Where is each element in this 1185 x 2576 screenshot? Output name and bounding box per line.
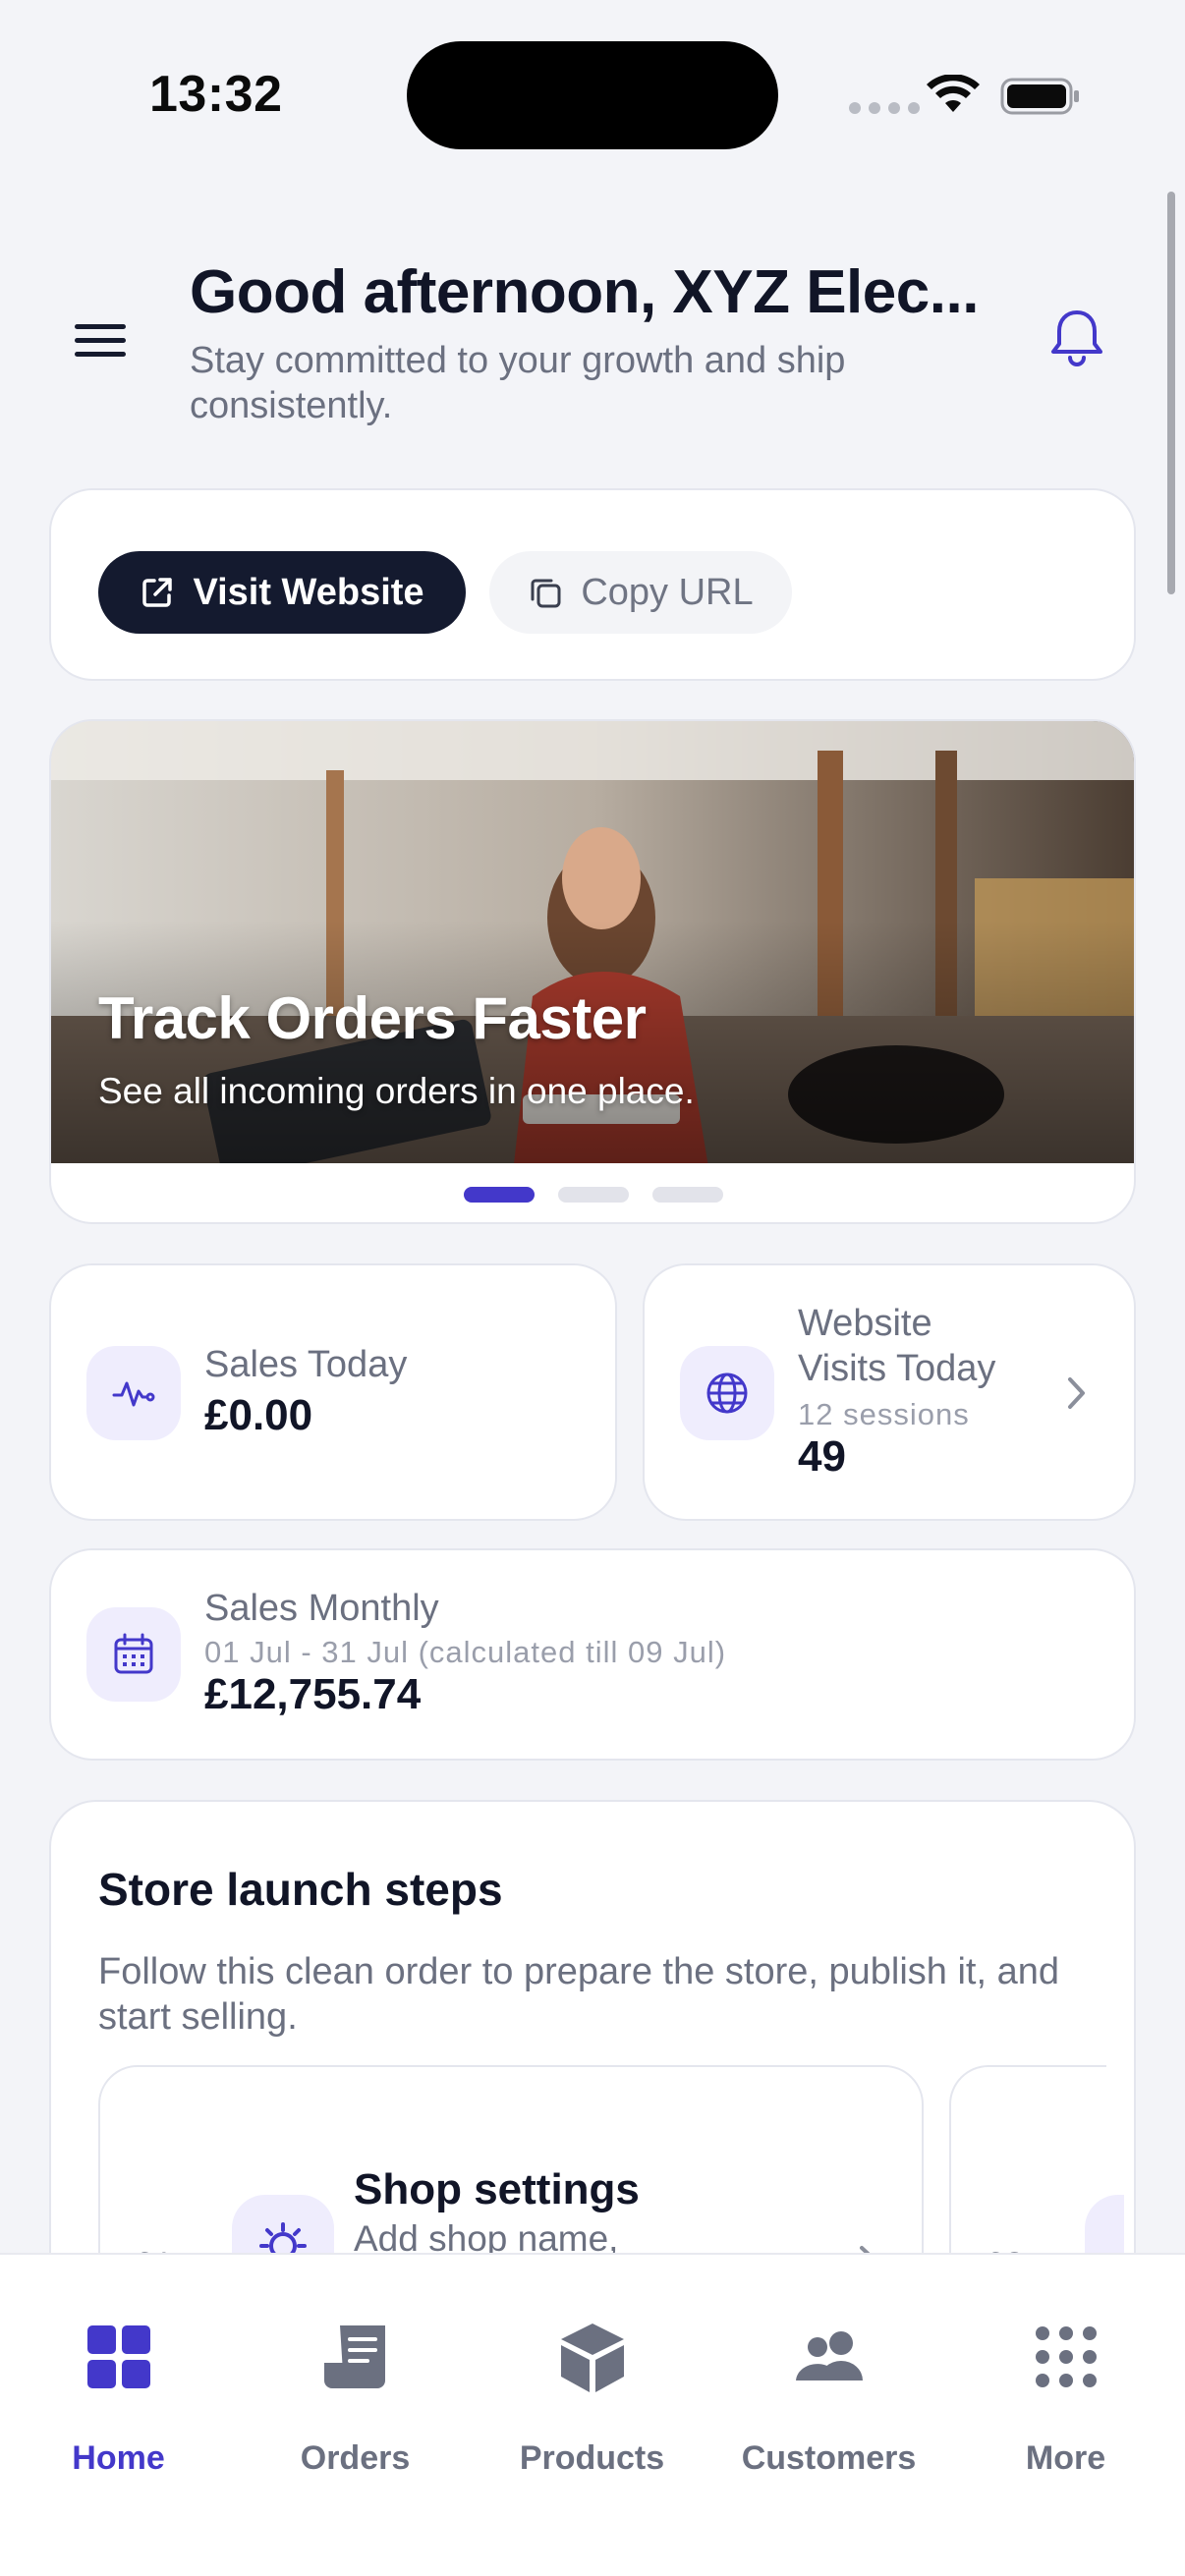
website-visits-value: 49 xyxy=(798,1432,846,1481)
sales-monthly-card[interactable]: Sales Monthly 01 Jul - 31 Jul (calculate… xyxy=(49,1548,1136,1761)
store-steps-description: Follow this clean order to prepare the s… xyxy=(98,1951,1059,2038)
nav-label-more: More xyxy=(1025,2439,1106,2477)
status-time: 13:32 xyxy=(149,66,283,123)
bottom-navigation: Home Orders Products Customers More xyxy=(0,2253,1185,2576)
store-steps-title: Store launch steps xyxy=(98,1864,503,1915)
website-visits-label-line1: Website xyxy=(798,1303,932,1344)
menu-icon xyxy=(75,323,126,329)
globe-icon xyxy=(680,1346,774,1440)
chevron-right-icon xyxy=(1068,1377,1085,1409)
nav-item-customers[interactable]: Customers xyxy=(710,2255,947,2510)
external-link-icon xyxy=(142,578,173,607)
wifi-icon xyxy=(927,75,980,112)
sales-monthly-range: 01 Jul - 31 Jul (calculated till 09 Jul) xyxy=(204,1635,727,1669)
greeting-subtitle: Stay committed to your growth and ship c… xyxy=(190,340,846,426)
sales-monthly-label: Sales Monthly xyxy=(204,1588,439,1629)
carousel-dot-2[interactable] xyxy=(558,1187,629,1203)
status-bar: 13:32 xyxy=(0,0,1185,172)
battery-icon xyxy=(1000,78,1079,115)
promo-banner-card[interactable]: Track Orders Faster See all incoming ord… xyxy=(49,719,1136,1224)
copy-url-button[interactable]: Copy URL xyxy=(489,551,792,634)
notification-bell-icon[interactable] xyxy=(1047,307,1106,369)
sales-today-value: £0.00 xyxy=(204,1391,313,1439)
copy-icon xyxy=(531,579,561,608)
home-grid-icon xyxy=(86,2325,150,2388)
carousel-pagination xyxy=(464,1187,723,1203)
nav-item-home[interactable]: Home xyxy=(0,2255,237,2510)
customers-people-icon xyxy=(795,2331,863,2380)
banner-subtitle: See all incoming orders in one place. xyxy=(98,1071,695,1111)
sales-today-card[interactable]: Sales Today £0.00 xyxy=(49,1263,617,1521)
menu-button[interactable] xyxy=(75,312,136,367)
greeting-title: Good afternoon, XYZ Elec... xyxy=(190,258,979,326)
nav-label-home: Home xyxy=(72,2439,165,2477)
orders-receipt-icon xyxy=(323,2325,385,2388)
sales-today-label: Sales Today xyxy=(204,1344,408,1385)
website-visits-card[interactable]: Website Visits Today 12 sessions 49 xyxy=(643,1263,1136,1521)
carousel-dot-3[interactable] xyxy=(652,1187,723,1203)
website-actions-card: Visit Website Copy URL xyxy=(49,488,1136,681)
nav-label-customers: Customers xyxy=(741,2439,917,2477)
nav-item-more[interactable]: More xyxy=(947,2255,1184,2510)
visit-website-button[interactable]: Visit Website xyxy=(98,551,466,634)
website-visits-label-line2: Visits Today xyxy=(798,1348,996,1389)
visit-website-label: Visit Website xyxy=(193,571,424,613)
scroll-indicator[interactable] xyxy=(1167,192,1175,594)
nav-label-products: Products xyxy=(519,2439,665,2477)
sales-monthly-value: £12,755.74 xyxy=(204,1670,422,1718)
nav-label-orders: Orders xyxy=(300,2439,411,2477)
website-sessions-count: 12 sessions xyxy=(798,1397,970,1431)
dynamic-island xyxy=(407,41,778,149)
activity-pulse-icon xyxy=(86,1346,181,1440)
step-title: Shop settings xyxy=(354,2165,640,2213)
nav-item-orders[interactable]: Orders xyxy=(237,2255,474,2510)
banner-title: Track Orders Faster xyxy=(98,985,647,1051)
more-dots-icon xyxy=(1035,2326,1097,2387)
product-box-icon xyxy=(560,2324,624,2392)
nav-item-products[interactable]: Products xyxy=(474,2255,710,2510)
copy-url-label: Copy URL xyxy=(581,571,754,613)
carousel-dot-1[interactable] xyxy=(464,1187,535,1203)
calendar-icon xyxy=(86,1607,181,1702)
cellular-signal-icon xyxy=(849,102,920,114)
